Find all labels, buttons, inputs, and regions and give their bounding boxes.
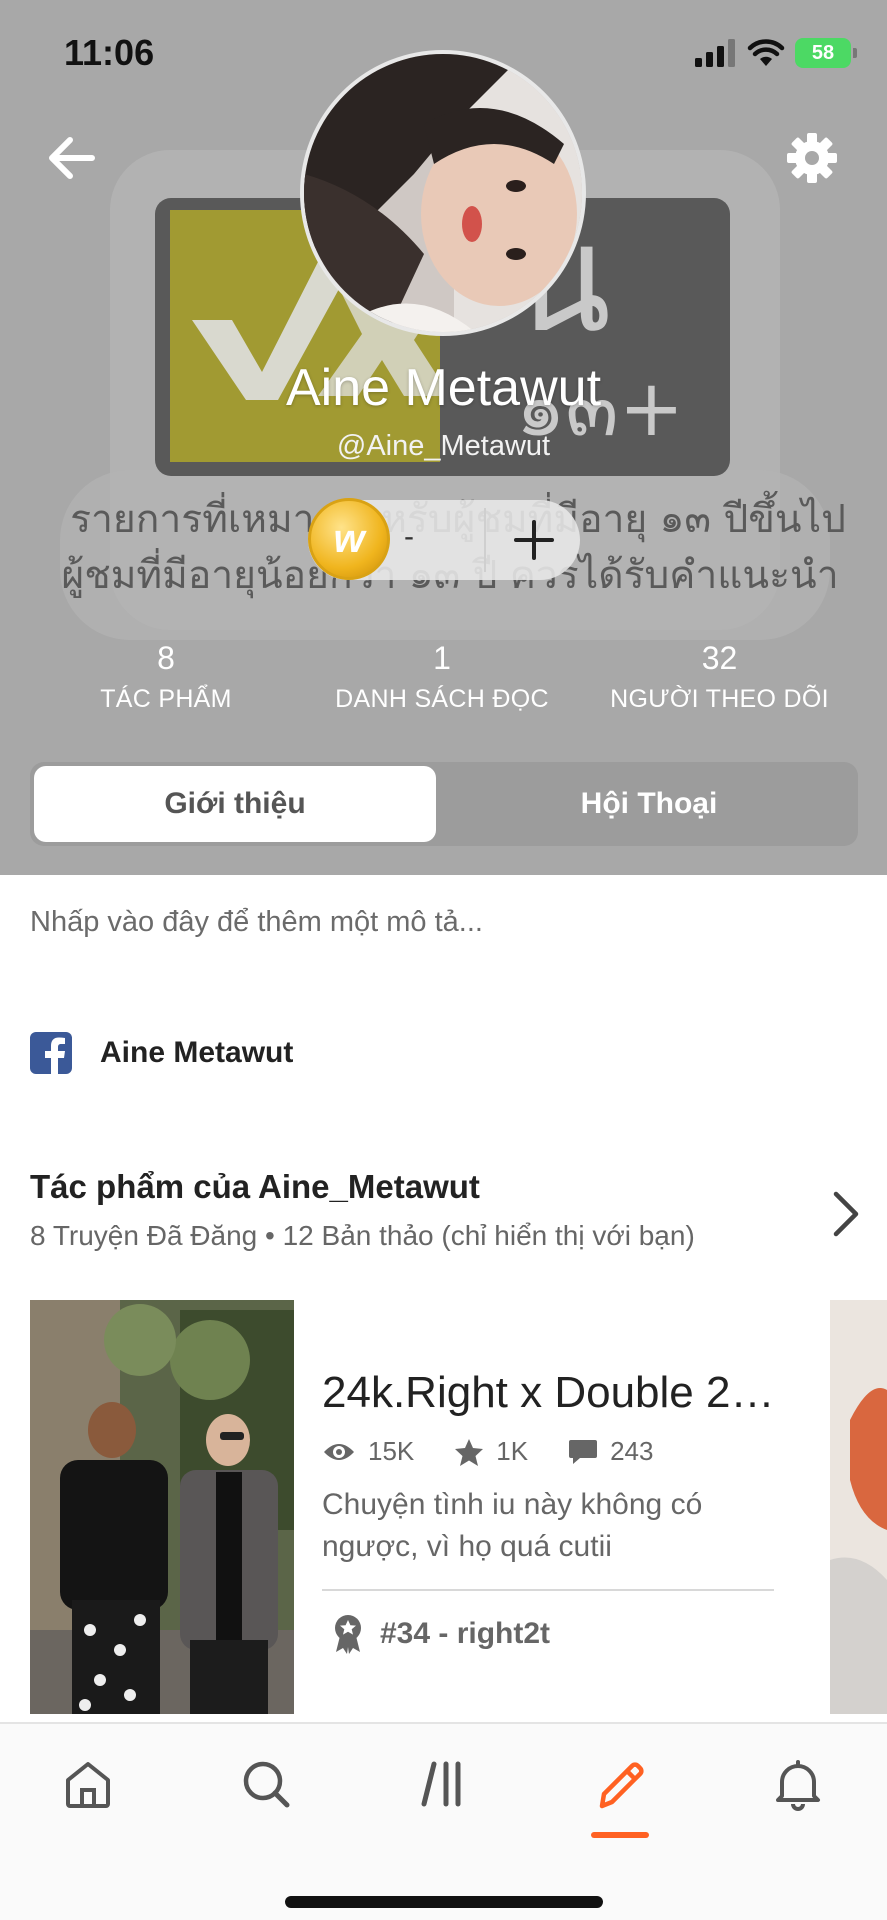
- story-votes-count: 1K: [496, 1436, 529, 1466]
- nav-home[interactable]: [56, 1752, 120, 1816]
- coin-divider: [484, 508, 486, 572]
- stat-value: 1: [433, 640, 451, 676]
- library-icon: [421, 1761, 461, 1807]
- works-see-all-button[interactable]: [824, 1186, 868, 1242]
- stat-value: 32: [701, 640, 738, 676]
- stat-label: TÁC PHẨM: [100, 685, 232, 713]
- buy-coins-button[interactable]: [506, 512, 562, 568]
- profile-tabs: Giới thiệu Hội Thoại: [30, 762, 858, 846]
- bottom-navigation: [0, 1722, 887, 1920]
- status-time: 11:06: [64, 32, 155, 73]
- bell-icon: [776, 1760, 820, 1811]
- next-story-cover-image[interactable]: [830, 1300, 887, 1714]
- tab-about[interactable]: Giới thiệu: [34, 766, 436, 842]
- story-reads: 15K: [322, 1436, 414, 1467]
- story-cover-image[interactable]: [30, 1300, 294, 1714]
- stat-followers[interactable]: 32 NGƯỜI THEO DÕI: [552, 640, 887, 714]
- ribbon-icon: [335, 1615, 361, 1654]
- chevron-right-icon: [833, 1191, 859, 1237]
- home-icon: [66, 1762, 110, 1808]
- status-icons: 58: [695, 38, 857, 68]
- cellular-signal-icon: [695, 39, 735, 67]
- settings-button[interactable]: [782, 128, 842, 188]
- back-arrow-icon: [49, 137, 95, 179]
- story-description: Chuyện tình iu này không có ngược, vì họ…: [322, 1488, 703, 1563]
- coin-icon: w: [308, 498, 390, 580]
- story-divider: [322, 1589, 774, 1591]
- nav-active-indicator: [591, 1832, 649, 1838]
- battery-level: 58: [811, 41, 835, 64]
- story-stats: 15K 1K 243: [322, 1436, 693, 1467]
- story-cover-photo: [30, 1300, 294, 1714]
- gear-icon: [787, 133, 837, 183]
- plus-icon: [514, 520, 554, 560]
- stat-label: DANH SÁCH ĐỌC: [335, 685, 549, 713]
- stat-works[interactable]: 8 TÁC PHẨM: [0, 640, 332, 714]
- stat-label: NGƯỜI THEO DÕI: [610, 685, 829, 713]
- avatar-photo: [304, 54, 582, 332]
- tab-conversations[interactable]: Hội Thoại: [440, 762, 858, 846]
- story-rank-label: #34 - right2t: [380, 1617, 551, 1650]
- search-icon: [243, 1761, 290, 1808]
- works-section-subtitle: 8 Truyện Đã Đăng • 12 Bản thảo (chỉ hiển…: [30, 1220, 695, 1251]
- profile-display-name: Aine Metawut: [285, 359, 602, 417]
- home-indicator: [285, 1896, 603, 1908]
- next-story-cover-photo: [830, 1300, 887, 1714]
- battery-indicator: 58: [795, 38, 857, 68]
- story-title[interactable]: 24k.Right x Double 2…: [322, 1368, 782, 1418]
- profile-avatar[interactable]: [300, 50, 586, 336]
- profile-stats: 8 TÁC PHẨM 1 DANH SÁCH ĐỌC 32 NGƯỜI THEO…: [0, 640, 887, 714]
- works-section-title[interactable]: Tác phẩm của Aine_Metawut: [30, 1168, 480, 1206]
- eye-icon: [324, 1443, 354, 1460]
- story-comments: 243: [568, 1436, 653, 1467]
- star-icon: [455, 1438, 484, 1466]
- add-description-prompt[interactable]: Nhấp vào đây để thêm một mô tả...: [30, 906, 483, 939]
- coin-balance-pill[interactable]: w -: [308, 498, 580, 580]
- pencil-icon: [599, 1762, 644, 1809]
- story-votes: 1K: [454, 1436, 528, 1467]
- back-button[interactable]: [42, 128, 102, 188]
- profile-header: น ๑๓+ รายการที่เหมาะสำหรับผู้ชมที่มีอายุ…: [0, 0, 887, 875]
- stat-reading-lists[interactable]: 1 DANH SÁCH ĐỌC: [332, 640, 552, 714]
- stat-value: 8: [157, 640, 175, 676]
- story-comments-count: 243: [610, 1436, 654, 1466]
- nav-library[interactable]: [412, 1752, 476, 1816]
- facebook-icon: [30, 1032, 72, 1074]
- nav-notifications[interactable]: [766, 1752, 830, 1816]
- story-reads-count: 15K: [368, 1436, 415, 1466]
- comment-icon: [569, 1439, 598, 1464]
- coin-count: -: [404, 520, 414, 553]
- wifi-icon: [747, 39, 785, 66]
- profile-username: @Aine_Metawut: [336, 430, 551, 462]
- nav-write[interactable]: [588, 1752, 652, 1816]
- facebook-link[interactable]: Aine Metawut: [30, 1032, 293, 1074]
- facebook-name: Aine Metawut: [100, 1036, 294, 1069]
- nav-search[interactable]: [234, 1752, 298, 1816]
- story-rank[interactable]: #34 - right2t: [332, 1614, 550, 1654]
